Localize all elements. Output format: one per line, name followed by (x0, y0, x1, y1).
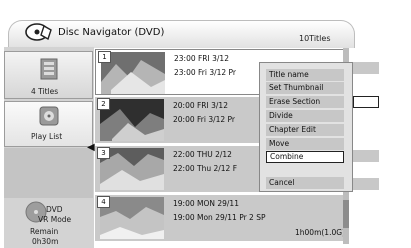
row-edge (349, 150, 379, 162)
remain-time: 0h30m (32, 237, 59, 246)
remain-label: Remain (30, 227, 59, 236)
menu-item-divide[interactable]: Divide (266, 110, 344, 122)
title-details: 20:00 Fri 3/12 Pr (173, 115, 236, 124)
menu-item-title-name[interactable]: Title name (266, 69, 344, 81)
title-recorded: 20:00 FRI 3/12 (173, 101, 228, 110)
title-size: 1h00m(1.0G) (295, 228, 345, 237)
title-number: 1 (98, 51, 111, 63)
row-edge (349, 178, 379, 190)
left-panel-divider (4, 148, 93, 198)
title-details: 19:00 Mon 29/11 Pr 2 SP (173, 213, 266, 222)
focus-indicator (353, 96, 379, 108)
title-details: 22:00 Thu 2/12 F (173, 164, 238, 173)
menu-item-set-thumbnail[interactable]: Set Thumbnail (266, 82, 344, 94)
left-arrow-icon: ◀ (87, 142, 95, 153)
page-title: Disc Navigator (DVD) (58, 27, 165, 38)
menu-item-cancel[interactable]: Cancel (266, 177, 344, 189)
titles-label: 4 Titles (31, 87, 59, 96)
menu-item-chapter-edit[interactable]: Chapter Edit (266, 124, 344, 136)
menu-item-combine[interactable]: Combine (266, 151, 344, 163)
disc-type-label: DVD (46, 205, 63, 214)
title-row[interactable]: 4 19:00 MON 29/11 19:00 Mon 29/11 Pr 2 S… (95, 195, 349, 241)
title-number: 2 (97, 98, 110, 110)
title-recorded: 22:00 THU 2/12 (173, 150, 232, 159)
scrollbar-thumb[interactable] (343, 200, 349, 228)
titles-icon (40, 58, 58, 80)
menu-item-move[interactable]: Move (266, 138, 344, 150)
title-count: 10Titles (299, 34, 331, 43)
playlist-button[interactable]: Play List (4, 101, 93, 147)
title-recorded: 19:00 MON 29/11 (173, 199, 239, 208)
titles-button[interactable]: 4 Titles (4, 51, 93, 99)
title-number: 3 (97, 147, 110, 159)
playlist-icon (39, 106, 59, 126)
row-edge (349, 62, 379, 74)
title-number: 4 (97, 196, 110, 208)
disc-navigator-icon (25, 23, 52, 41)
playlist-label: Play List (31, 132, 63, 141)
disc-mode-label: VR Mode (38, 215, 72, 224)
menu-item-erase-section[interactable]: Erase Section (266, 96, 344, 108)
title-recorded: 23:00 FRI 3/12 (174, 54, 229, 63)
title-details: 23:00 Fri 3/12 Pr (174, 68, 237, 77)
